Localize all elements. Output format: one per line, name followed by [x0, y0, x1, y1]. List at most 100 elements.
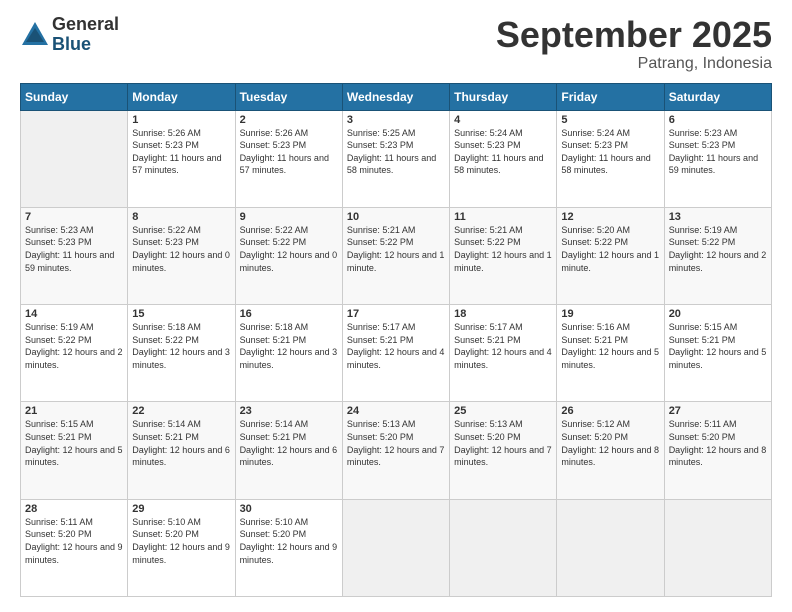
calendar-cell: 11Sunrise: 5:21 AMSunset: 5:22 PMDayligh…: [450, 207, 557, 304]
day-info: Sunrise: 5:20 AMSunset: 5:22 PMDaylight:…: [561, 224, 659, 274]
day-info: Sunrise: 5:15 AMSunset: 5:21 PMDaylight:…: [669, 321, 767, 371]
day-number: 28: [25, 503, 123, 515]
day-number: 21: [25, 405, 123, 417]
day-number: 25: [454, 405, 552, 417]
day-info: Sunrise: 5:26 AMSunset: 5:23 PMDaylight:…: [240, 127, 338, 177]
calendar-cell: [21, 110, 128, 207]
day-number: 24: [347, 405, 445, 417]
logo-icon: [20, 20, 50, 50]
calendar-cell: 6Sunrise: 5:23 AMSunset: 5:23 PMDaylight…: [664, 110, 771, 207]
day-header-thursday: Thursday: [450, 83, 557, 110]
day-info: Sunrise: 5:19 AMSunset: 5:22 PMDaylight:…: [25, 321, 123, 371]
day-info: Sunrise: 5:18 AMSunset: 5:22 PMDaylight:…: [132, 321, 230, 371]
day-number: 29: [132, 503, 230, 515]
day-header-friday: Friday: [557, 83, 664, 110]
day-info: Sunrise: 5:15 AMSunset: 5:21 PMDaylight:…: [25, 418, 123, 468]
calendar-cell: 3Sunrise: 5:25 AMSunset: 5:23 PMDaylight…: [342, 110, 449, 207]
day-header-sunday: Sunday: [21, 83, 128, 110]
calendar-cell: 8Sunrise: 5:22 AMSunset: 5:23 PMDaylight…: [128, 207, 235, 304]
day-info: Sunrise: 5:25 AMSunset: 5:23 PMDaylight:…: [347, 127, 445, 177]
calendar-cell: 29Sunrise: 5:10 AMSunset: 5:20 PMDayligh…: [128, 499, 235, 596]
calendar-body: 1Sunrise: 5:26 AMSunset: 5:23 PMDaylight…: [21, 110, 772, 596]
day-number: 20: [669, 308, 767, 320]
calendar-week-4: 21Sunrise: 5:15 AMSunset: 5:21 PMDayligh…: [21, 402, 772, 499]
day-number: 8: [132, 211, 230, 223]
day-number: 4: [454, 114, 552, 126]
day-number: 18: [454, 308, 552, 320]
day-number: 14: [25, 308, 123, 320]
day-number: 2: [240, 114, 338, 126]
logo-blue: Blue: [52, 35, 119, 55]
day-number: 1: [132, 114, 230, 126]
logo-general: General: [52, 15, 119, 35]
calendar-cell: 18Sunrise: 5:17 AMSunset: 5:21 PMDayligh…: [450, 305, 557, 402]
day-info: Sunrise: 5:13 AMSunset: 5:20 PMDaylight:…: [454, 418, 552, 468]
day-number: 30: [240, 503, 338, 515]
day-number: 16: [240, 308, 338, 320]
calendar-cell: [557, 499, 664, 596]
day-info: Sunrise: 5:10 AMSunset: 5:20 PMDaylight:…: [240, 516, 338, 566]
location-subtitle: Patrang, Indonesia: [496, 55, 772, 73]
day-info: Sunrise: 5:22 AMSunset: 5:22 PMDaylight:…: [240, 224, 338, 274]
days-header-row: SundayMondayTuesdayWednesdayThursdayFrid…: [21, 83, 772, 110]
day-info: Sunrise: 5:14 AMSunset: 5:21 PMDaylight:…: [240, 418, 338, 468]
day-info: Sunrise: 5:21 AMSunset: 5:22 PMDaylight:…: [454, 224, 552, 274]
day-info: Sunrise: 5:12 AMSunset: 5:20 PMDaylight:…: [561, 418, 659, 468]
calendar-cell: 4Sunrise: 5:24 AMSunset: 5:23 PMDaylight…: [450, 110, 557, 207]
day-number: 15: [132, 308, 230, 320]
title-section: September 2025 Patrang, Indonesia: [496, 15, 772, 73]
day-info: Sunrise: 5:18 AMSunset: 5:21 PMDaylight:…: [240, 321, 338, 371]
day-number: 22: [132, 405, 230, 417]
day-number: 6: [669, 114, 767, 126]
calendar-header: SundayMondayTuesdayWednesdayThursdayFrid…: [21, 83, 772, 110]
calendar-cell: [664, 499, 771, 596]
day-info: Sunrise: 5:19 AMSunset: 5:22 PMDaylight:…: [669, 224, 767, 274]
month-title: September 2025: [496, 15, 772, 55]
day-number: 10: [347, 211, 445, 223]
day-number: 13: [669, 211, 767, 223]
calendar-cell: 16Sunrise: 5:18 AMSunset: 5:21 PMDayligh…: [235, 305, 342, 402]
calendar-cell: 10Sunrise: 5:21 AMSunset: 5:22 PMDayligh…: [342, 207, 449, 304]
calendar-cell: 28Sunrise: 5:11 AMSunset: 5:20 PMDayligh…: [21, 499, 128, 596]
day-number: 7: [25, 211, 123, 223]
day-header-wednesday: Wednesday: [342, 83, 449, 110]
calendar-cell: 17Sunrise: 5:17 AMSunset: 5:21 PMDayligh…: [342, 305, 449, 402]
day-info: Sunrise: 5:17 AMSunset: 5:21 PMDaylight:…: [454, 321, 552, 371]
day-info: Sunrise: 5:17 AMSunset: 5:21 PMDaylight:…: [347, 321, 445, 371]
calendar-cell: 13Sunrise: 5:19 AMSunset: 5:22 PMDayligh…: [664, 207, 771, 304]
day-header-saturday: Saturday: [664, 83, 771, 110]
day-info: Sunrise: 5:21 AMSunset: 5:22 PMDaylight:…: [347, 224, 445, 274]
calendar-cell: 14Sunrise: 5:19 AMSunset: 5:22 PMDayligh…: [21, 305, 128, 402]
day-number: 3: [347, 114, 445, 126]
day-info: Sunrise: 5:16 AMSunset: 5:21 PMDaylight:…: [561, 321, 659, 371]
calendar-cell: 2Sunrise: 5:26 AMSunset: 5:23 PMDaylight…: [235, 110, 342, 207]
calendar-week-1: 1Sunrise: 5:26 AMSunset: 5:23 PMDaylight…: [21, 110, 772, 207]
page: General Blue September 2025 Patrang, Ind…: [0, 0, 792, 612]
calendar-cell: 9Sunrise: 5:22 AMSunset: 5:22 PMDaylight…: [235, 207, 342, 304]
logo: General Blue: [20, 15, 119, 55]
day-info: Sunrise: 5:26 AMSunset: 5:23 PMDaylight:…: [132, 127, 230, 177]
calendar-cell: 24Sunrise: 5:13 AMSunset: 5:20 PMDayligh…: [342, 402, 449, 499]
calendar-cell: 19Sunrise: 5:16 AMSunset: 5:21 PMDayligh…: [557, 305, 664, 402]
day-info: Sunrise: 5:11 AMSunset: 5:20 PMDaylight:…: [669, 418, 767, 468]
calendar-week-3: 14Sunrise: 5:19 AMSunset: 5:22 PMDayligh…: [21, 305, 772, 402]
day-header-tuesday: Tuesday: [235, 83, 342, 110]
calendar-week-2: 7Sunrise: 5:23 AMSunset: 5:23 PMDaylight…: [21, 207, 772, 304]
day-info: Sunrise: 5:24 AMSunset: 5:23 PMDaylight:…: [454, 127, 552, 177]
calendar: SundayMondayTuesdayWednesdayThursdayFrid…: [20, 83, 772, 597]
day-header-monday: Monday: [128, 83, 235, 110]
calendar-cell: 1Sunrise: 5:26 AMSunset: 5:23 PMDaylight…: [128, 110, 235, 207]
day-number: 27: [669, 405, 767, 417]
day-info: Sunrise: 5:10 AMSunset: 5:20 PMDaylight:…: [132, 516, 230, 566]
day-number: 23: [240, 405, 338, 417]
day-info: Sunrise: 5:23 AMSunset: 5:23 PMDaylight:…: [25, 224, 123, 274]
day-number: 17: [347, 308, 445, 320]
day-info: Sunrise: 5:11 AMSunset: 5:20 PMDaylight:…: [25, 516, 123, 566]
day-info: Sunrise: 5:14 AMSunset: 5:21 PMDaylight:…: [132, 418, 230, 468]
calendar-cell: 20Sunrise: 5:15 AMSunset: 5:21 PMDayligh…: [664, 305, 771, 402]
calendar-week-5: 28Sunrise: 5:11 AMSunset: 5:20 PMDayligh…: [21, 499, 772, 596]
header: General Blue September 2025 Patrang, Ind…: [20, 15, 772, 73]
calendar-cell: 15Sunrise: 5:18 AMSunset: 5:22 PMDayligh…: [128, 305, 235, 402]
day-info: Sunrise: 5:24 AMSunset: 5:23 PMDaylight:…: [561, 127, 659, 177]
calendar-cell: 21Sunrise: 5:15 AMSunset: 5:21 PMDayligh…: [21, 402, 128, 499]
